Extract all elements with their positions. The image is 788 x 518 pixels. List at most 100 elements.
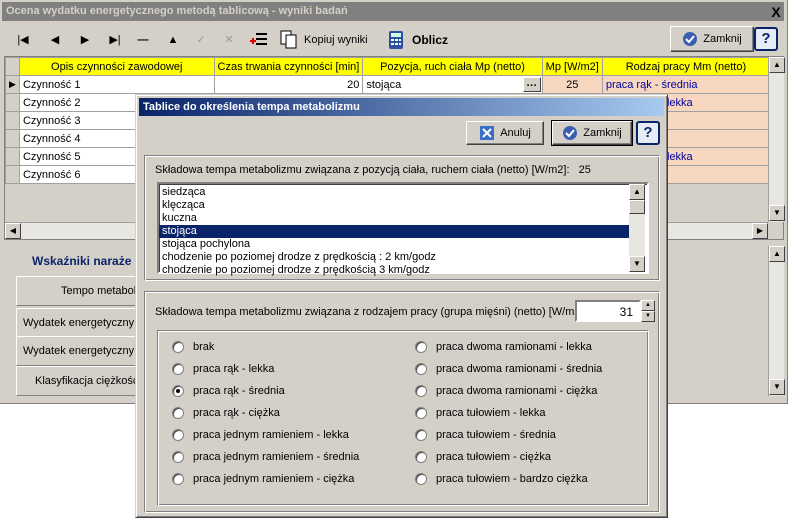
row-indicator[interactable]: ▶ [5,75,20,94]
row-indicator[interactable] [5,165,20,184]
column-header[interactable]: Mp [W/m2] [541,57,603,76]
radio-circle[interactable] [415,407,427,419]
cancel-record-button[interactable]: ✕ [218,30,240,50]
list-item[interactable]: stojąca [159,225,629,238]
dialog-help-icon[interactable]: ? [636,121,660,145]
work-type-cell[interactable]: praca rąk - średnia [601,75,771,94]
mp-cell[interactable]: 25 [541,75,603,94]
list-item[interactable]: stojąca pochylona [159,238,629,251]
scroll-up-arrow[interactable]: ▲ [769,57,785,73]
radio-circle[interactable] [415,341,427,353]
prev-record-button[interactable]: ◀ [44,30,66,50]
work-value-input[interactable]: 31 [575,300,641,322]
work-type-radio[interactable]: praca tułowiem - lekka [415,405,545,421]
post-record-button[interactable]: ✓ [190,30,212,50]
work-type-radio[interactable]: praca rąk - ciężka [172,405,280,421]
radio-circle[interactable] [172,341,184,353]
activity-name-cell[interactable]: Czynność 1 [18,75,215,94]
indicator-row[interactable]: Klasyfikacja ciężkośc [16,366,138,396]
position-group-label: Składowa tempa metabolizmu związana z po… [155,164,591,176]
last-record-button[interactable]: ▶| [104,30,126,50]
radio-circle[interactable] [415,385,427,397]
work-type-radio[interactable]: praca rąk - średnia [172,383,285,399]
next-record-button[interactable]: ▶ [74,30,96,50]
edit-record-button[interactable]: ▲ [162,30,184,50]
column-header[interactable]: Czas trwania czynności [min] [213,57,364,76]
copy-results-label: Kopiuj wyniki [304,34,368,46]
radio-label: praca dwoma ramionami - średnia [436,363,603,375]
position-cell[interactable]: stojąca… [362,75,543,94]
table-row[interactable]: ▶ Czynność 1 20 stojąca … 25 praca rąk - średn… [5,75,771,94]
work-type-radio[interactable]: praca jednym ramieniem - średnia [172,449,359,465]
dialog-close-button[interactable]: Zamknij [551,120,633,146]
panel-vertical-scrollbar[interactable]: ▲ ▼ [768,246,785,396]
delete-record-button[interactable]: — [132,30,154,50]
scroll-down-arrow[interactable]: ▼ [769,379,785,395]
close-window-button[interactable]: X [768,4,784,20]
radio-label: praca rąk - średnia [193,385,285,397]
indicator-row[interactable]: Tempo metaboli [16,276,138,306]
radio-circle[interactable] [415,429,427,441]
work-type-radio[interactable]: praca tułowiem - średnia [415,427,556,443]
radio-circle[interactable] [172,385,184,397]
indicator-row[interactable]: Wydatek energetyczny [16,308,138,338]
row-indicator[interactable] [5,111,20,130]
list-item[interactable]: siedząca [159,186,629,199]
work-type-radio[interactable]: praca tułowiem - bardzo ciężka [415,471,588,487]
work-type-radio[interactable]: brak [172,339,214,355]
radio-circle[interactable] [415,473,427,485]
table-header-row: Opis czynności zawodowej Czas trwania cz… [5,57,771,76]
indicator-row[interactable]: Wydatek energetyczny [16,336,138,366]
row-indicator[interactable] [5,129,20,148]
list-item[interactable]: kuczna [159,212,629,225]
refresh-icon[interactable] [248,30,270,50]
duration-cell[interactable]: 20 [213,75,364,94]
work-type-radio[interactable]: praca jednym ramieniem - lekka [172,427,349,443]
work-type-radio[interactable]: praca tułowiem - ciężka [415,449,551,465]
scroll-right-arrow[interactable]: ▶ [752,223,768,239]
calculate-button[interactable]: Oblicz [388,28,448,52]
cancel-button[interactable]: Anuluj [466,121,544,145]
radio-label: praca dwoma ramionami - ciężka [436,385,598,397]
main-close-button[interactable]: Zamknij [670,26,754,52]
spin-up-arrow[interactable]: ▲ [641,300,655,311]
column-header[interactable]: Pozycja, ruch ciała Mp (netto) [362,57,543,76]
copy-results-button[interactable]: Kopiuj wyniki [280,28,368,52]
radio-label: praca jednym ramieniem - lekka [193,429,349,441]
list-item[interactable]: chodzenie po poziomej drodze z prędkości… [159,264,629,277]
listbox-scrollbar[interactable]: ▲ ▼ [629,184,645,272]
work-value-spinner[interactable]: ▲ ▼ [641,300,655,322]
column-header[interactable]: Rodzaj pracy Mm (netto) [601,57,771,76]
work-type-radio[interactable]: praca dwoma ramionami - średnia [415,361,602,377]
list-item[interactable]: chodzenie po poziomej drodze z prędkości… [159,251,629,264]
scroll-thumb[interactable] [629,200,645,214]
list-item[interactable]: klęcząca [159,199,629,212]
radio-circle[interactable] [172,473,184,485]
spin-down-arrow[interactable]: ▼ [641,311,655,322]
work-type-radio[interactable]: praca jednym ramieniem - ciężka [172,471,354,487]
scroll-down-arrow[interactable]: ▼ [769,205,785,221]
radio-circle[interactable] [415,363,427,375]
scroll-up-arrow[interactable]: ▲ [769,246,785,262]
position-value: 25 [578,164,591,176]
scroll-left-arrow[interactable]: ◀ [5,223,21,239]
radio-circle[interactable] [172,407,184,419]
work-type-radio[interactable]: praca rąk - lekka [172,361,274,377]
help-icon[interactable]: ? [754,27,778,51]
row-indicator[interactable] [5,93,20,112]
work-type-radio[interactable]: praca dwoma ramionami - lekka [415,339,592,355]
work-type-radio[interactable]: praca dwoma ramionami - ciężka [415,383,597,399]
scroll-up-arrow[interactable]: ▲ [629,184,645,200]
position-listbox[interactable]: siedząca klęcząca kuczna stojąca stojąca poc… [157,182,649,277]
radio-circle[interactable] [172,429,184,441]
ellipsis-button[interactable]: … [522,77,541,92]
radio-label: praca jednym ramieniem - ciężka [193,473,355,485]
scroll-down-arrow[interactable]: ▼ [629,256,645,272]
grid-vertical-scrollbar[interactable]: ▲ ▼ [768,57,785,222]
radio-circle[interactable] [415,451,427,463]
radio-circle[interactable] [172,451,184,463]
radio-circle[interactable] [172,363,184,375]
first-record-button[interactable]: |◀ [12,30,34,50]
column-header[interactable]: Opis czynności zawodowej [18,57,215,76]
row-indicator[interactable] [5,147,20,166]
